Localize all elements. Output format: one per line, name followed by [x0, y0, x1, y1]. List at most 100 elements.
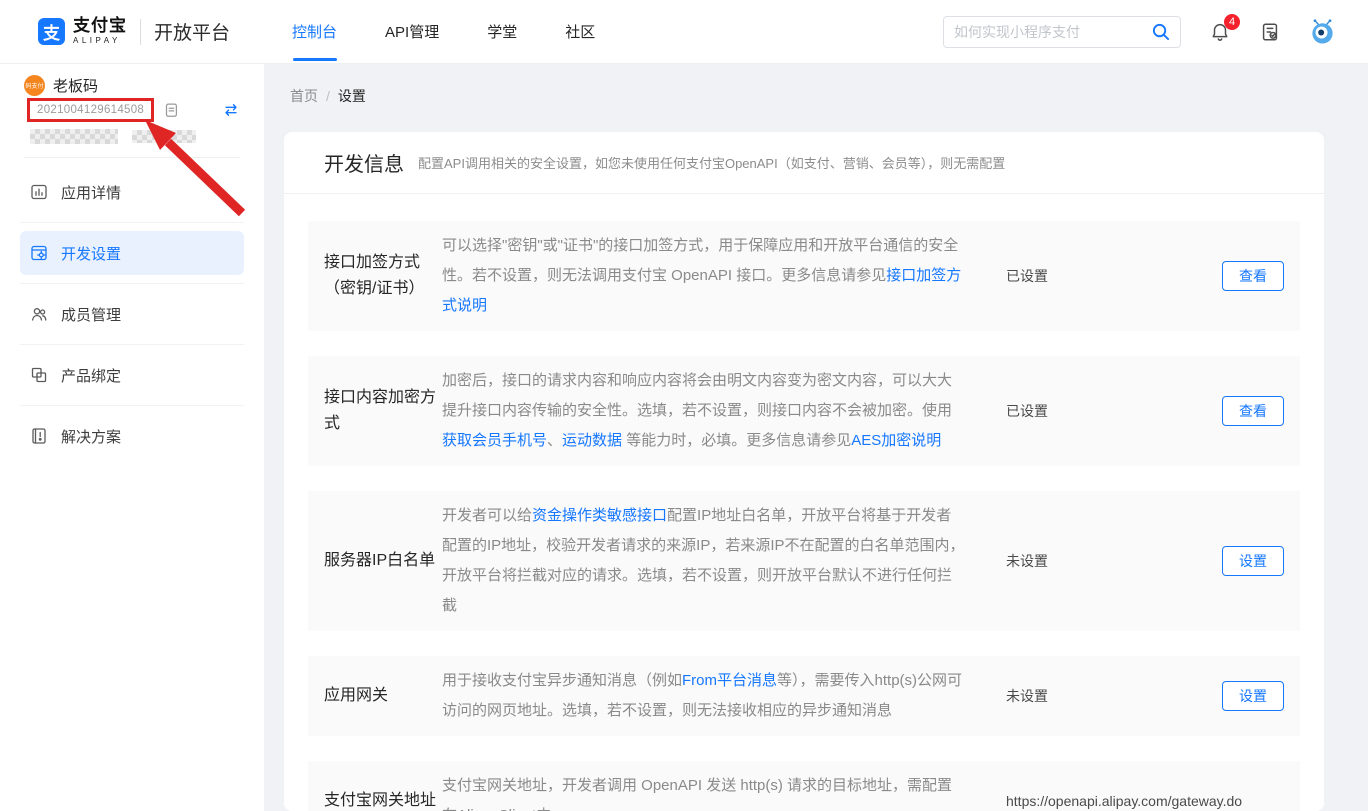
section-title: 开发信息 [324, 148, 404, 177]
nav-tab-academy[interactable]: 学堂 [487, 0, 517, 64]
dev-row-gateway-address: 支付宝网关地址支付宝网关地址，开发者调用 OpenAPI 发送 http(s) … [308, 761, 1300, 811]
top-nav: 控制台 API管理 学堂 社区 [292, 0, 595, 64]
notification-bell-icon[interactable]: 4 [1209, 21, 1231, 43]
app-icon: 码支付 [24, 75, 45, 96]
menu-divider [20, 283, 244, 284]
sidebar-item-dev-settings[interactable]: 开发设置 [20, 231, 244, 275]
row-right: 已设置 查看 [1006, 261, 1284, 291]
inline-link[interactable]: 资金操作类敏感接口 [532, 507, 667, 524]
ant-avatar-icon[interactable] [1309, 18, 1336, 45]
row-action-button[interactable]: 设置 [1222, 546, 1284, 576]
sidebar-menu: 应用详情开发设置成员管理产品绑定解决方案 [0, 158, 264, 458]
search-input[interactable] [954, 24, 1151, 40]
sidebar-item-label: 应用详情 [61, 182, 121, 203]
status-badge: 未设置 [1006, 686, 1048, 706]
inline-link[interactable]: 运动数据 [562, 432, 622, 449]
alipay-logo: 支 支付宝 ALIPAY [38, 17, 127, 46]
row-label-line: （密钥/证书） [324, 276, 442, 302]
status-badge: 已设置 [1006, 266, 1048, 286]
nav-tab-label: 控制台 [292, 21, 337, 42]
sidebar-item-label: 产品绑定 [61, 365, 121, 386]
alipay-logo-icon: 支 [38, 18, 65, 45]
status-badge: 已设置 [1006, 401, 1048, 421]
sidebar-item-solutions[interactable]: 解决方案 [20, 414, 244, 458]
row-description: 支付宝网关地址，开发者调用 OpenAPI 发送 http(s) 请求的目标地址… [442, 771, 966, 811]
sidebar: 码支付 老板码 2021004129614508 应用详情 [0, 64, 264, 811]
app-name: 老板码 [53, 75, 98, 96]
breadcrumb-current: 设置 [338, 86, 366, 106]
solutions-icon [30, 427, 48, 445]
description-text: 开发者可以给 [442, 507, 532, 524]
nav-tab-console[interactable]: 控制台 [292, 0, 337, 64]
gateway-url-value: https://openapi.alipay.com/gateway.do [1006, 793, 1242, 809]
sidebar-item-label: 开发设置 [61, 243, 121, 264]
header-right: 4 [943, 16, 1336, 48]
main-content: 首页 / 设置 开发信息 配置API调用相关的安全设置，如您未使用任何支付宝Op… [264, 64, 1368, 811]
row-right: 已设置 查看 [1006, 396, 1284, 426]
breadcrumb: 首页 / 设置 [264, 64, 1368, 128]
product-binding-icon [30, 366, 48, 384]
dev-row-content-encryption: 接口内容加密方式加密后，接口的请求内容和响应内容将会由明文内容变为密文内容，可以… [308, 356, 1300, 466]
sidebar-item-product-binding[interactable]: 产品绑定 [20, 353, 244, 397]
row-right: 未设置 设置 [1006, 681, 1284, 711]
row-label: 支付宝网关地址 [324, 788, 442, 811]
sidebar-item-label: 解决方案 [61, 426, 121, 447]
menu-divider [20, 405, 244, 406]
description-text: 、 [547, 432, 562, 449]
sidebar-item-members[interactable]: 成员管理 [20, 292, 244, 336]
copy-icon[interactable] [162, 101, 180, 119]
nav-tab-api[interactable]: API管理 [385, 0, 439, 64]
nav-tab-label: 社区 [565, 21, 595, 42]
search-box [943, 16, 1181, 48]
redacted-text [30, 129, 240, 144]
breadcrumb-separator: / [326, 88, 330, 104]
description-text: 等能力时，必填。更多信息请参见 [622, 432, 851, 449]
header-logo-divider [140, 19, 141, 45]
row-description: 用于接收支付宝异步通知消息（例如From平台消息等），需要传入http(s)公网… [442, 666, 966, 726]
description-text: 用于接收支付宝异步通知消息（例如 [442, 672, 682, 689]
row-label: 接口加签方式（密钥/证书） [324, 250, 442, 302]
app-id: 2021004129614508 [37, 104, 144, 116]
brand-name-en: ALIPAY [73, 36, 127, 46]
inline-link[interactable]: AES加密说明 [851, 432, 941, 449]
description-text: 加密后，接口的请求内容和响应内容将会由明文内容变为密文内容，可以大大提升接口内容… [442, 372, 952, 419]
row-description: 加密后，接口的请求内容和响应内容将会由明文内容变为密文内容，可以大大提升接口内容… [442, 366, 966, 456]
row-label-line: 接口加签方式 [324, 250, 442, 276]
row-action-button[interactable]: 设置 [1222, 681, 1284, 711]
row-label-line: 接口内容加密方式 [324, 385, 442, 437]
breadcrumb-home[interactable]: 首页 [290, 86, 318, 106]
row-description: 可以选择"密钥"或"证书"的接口加签方式，用于保障应用和开放平台通信的安全性。若… [442, 231, 966, 321]
row-action-button[interactable]: 查看 [1222, 261, 1284, 291]
nav-tab-community[interactable]: 社区 [565, 0, 595, 64]
document-check-icon[interactable] [1259, 21, 1281, 43]
search-icon[interactable] [1151, 22, 1170, 41]
row-label: 应用网关 [324, 683, 442, 709]
sidebar-item-app-detail[interactable]: 应用详情 [20, 170, 244, 214]
row-label-line: 服务器IP白名单 [324, 548, 442, 574]
nav-tab-label: 学堂 [487, 21, 517, 42]
description-text: 可以选择"密钥"或"证书"的接口加签方式，用于保障应用和开放平台通信的安全性。若… [442, 237, 958, 284]
alipay-logo-glyph: 支 [43, 19, 60, 44]
brand-block: 支付宝 ALIPAY [73, 17, 127, 46]
inline-link[interactable]: From平台消息 [682, 672, 777, 689]
platform-title: 开放平台 [154, 18, 230, 45]
row-description: 开发者可以给资金操作类敏感接口配置IP地址白名单，开放平台将基于开发者配置的IP… [442, 501, 966, 621]
row-action-button[interactable]: 查看 [1222, 396, 1284, 426]
section-subtitle: 配置API调用相关的安全设置，如您未使用任何支付宝OpenAPI（如支付、营销、… [418, 153, 1005, 172]
row-label-line: 支付宝网关地址 [324, 788, 442, 811]
sidebar-item-label: 成员管理 [61, 304, 121, 325]
switch-app-icon[interactable] [222, 101, 240, 119]
dev-rows: 接口加签方式（密钥/证书）可以选择"密钥"或"证书"的接口加签方式，用于保障应用… [284, 194, 1324, 811]
dev-row-ip-whitelist: 服务器IP白名单开发者可以给资金操作类敏感接口配置IP地址白名单，开放平台将基于… [308, 491, 1300, 631]
app-info-block: 码支付 老板码 2021004129614508 [0, 64, 264, 144]
dev-row-sign-method: 接口加签方式（密钥/证书）可以选择"密钥"或"证书"的接口加签方式，用于保障应用… [308, 221, 1300, 331]
menu-divider [20, 344, 244, 345]
menu-divider [20, 222, 244, 223]
inline-link[interactable]: 获取会员手机号 [442, 432, 547, 449]
row-label: 接口内容加密方式 [324, 385, 442, 437]
brand-name-cn: 支付宝 [73, 17, 127, 34]
app-detail-icon [30, 183, 48, 201]
members-icon [30, 305, 48, 323]
row-right: https://openapi.alipay.com/gateway.do [1006, 786, 1284, 811]
status-badge: 未设置 [1006, 551, 1048, 571]
